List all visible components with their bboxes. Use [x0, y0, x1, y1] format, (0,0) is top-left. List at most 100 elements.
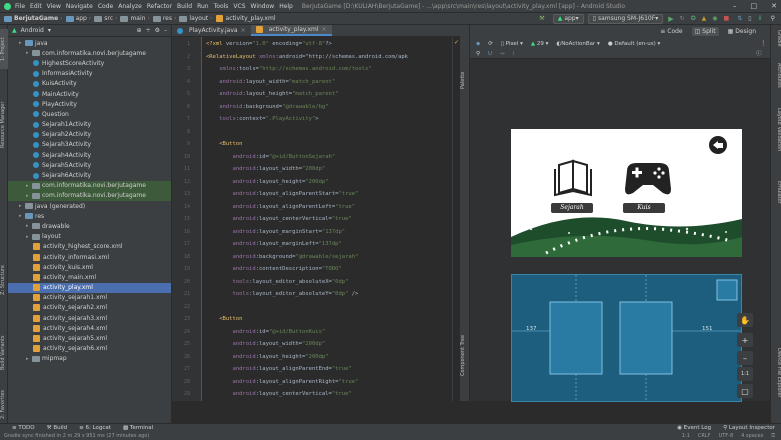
code-line[interactable]: android:layout_alignParentLeft="true" [206, 204, 356, 210]
menu-tools[interactable]: Tools [214, 3, 229, 10]
code-line[interactable]: android:layout_width="match_parent" [206, 79, 335, 85]
menu-navigate[interactable]: Navigate [66, 3, 93, 10]
theme-select[interactable]: ◐NoActionBar ▾ [556, 41, 599, 47]
menu-help[interactable]: Help [279, 3, 293, 10]
tree-item[interactable]: activity_informasi.xml [8, 252, 171, 262]
cursor-position[interactable]: 1:1 [682, 433, 690, 439]
build-tab[interactable]: ⚒ Build [47, 425, 68, 431]
project-tool-tab[interactable]: 1: Project [0, 29, 8, 69]
stop-icon[interactable]: ■ [724, 15, 730, 22]
gear-icon[interactable]: ⚙ [155, 27, 160, 34]
tree-item[interactable]: Question [8, 109, 171, 119]
indent[interactable]: 4 spaces [741, 433, 763, 439]
tree-folder[interactable]: ▸ com.informatika.novi.berjutagame [8, 48, 171, 58]
minimize-icon[interactable]: – [733, 2, 737, 10]
fit-screen-icon[interactable]: ▢ [737, 384, 753, 398]
layout-validation-tool-tab[interactable]: Layout Validation [771, 100, 781, 160]
menu-file[interactable]: File [15, 3, 25, 10]
encoding[interactable]: UTF-8 [719, 433, 734, 439]
sdk-manager-icon[interactable]: ⇩ [758, 15, 763, 22]
device-file-explorer-tool-tab[interactable]: Device File Explorer [771, 335, 781, 410]
tree-item[interactable]: InformasiActivity [8, 69, 171, 79]
code-line[interactable]: android:layout_alignParentRight="true" [206, 379, 359, 385]
tree-item[interactable]: activity_sejarah2.xml [8, 303, 171, 313]
avd-manager-icon[interactable]: ▯ [748, 15, 751, 22]
tree-item[interactable]: Sejarah4Activity [8, 150, 171, 160]
component-tree-tool-tab[interactable]: Component Tree [460, 325, 470, 385]
locate-icon[interactable]: ⊕ [137, 27, 142, 34]
tab-playactivity-java[interactable]: PlayActivity.java × [172, 25, 251, 36]
menu-refactor[interactable]: Refactor [147, 3, 172, 10]
menu-window[interactable]: Window [251, 3, 275, 10]
tree-item[interactable]: MainActivity [8, 89, 171, 99]
tree-folder[interactable]: ▸ layout [8, 232, 171, 242]
guidelines-icon[interactable]: I [513, 51, 515, 57]
tree-folder[interactable]: ▸ com.informatika.novi.berjutagame [8, 190, 171, 201]
code-line[interactable]: tools:layout_editor_absoluteY="0dp" /> [206, 291, 359, 297]
breadcrumb-project[interactable]: BerjutaGame [4, 15, 58, 22]
gradle-tool-tab[interactable]: Gradle [771, 27, 781, 49]
menu-run[interactable]: Run [197, 3, 209, 10]
code-line[interactable]: android:id="@+id/ButtonSejarah" [206, 154, 336, 160]
terminal-tab[interactable]: ▩ Terminal [123, 425, 153, 431]
attach-debugger-icon[interactable]: ◉ [712, 15, 717, 22]
code-line[interactable]: android:layout_height="200dp" [206, 354, 329, 360]
tree-item[interactable]: Sejarah3Activity [8, 140, 171, 150]
search-icon[interactable]: ⚲ [771, 15, 775, 22]
code-line[interactable]: android:background="@drawable/bg" [206, 104, 328, 110]
tree-item[interactable]: activity_highest_score.xml [8, 242, 171, 252]
code-line[interactable]: <Button [206, 316, 242, 322]
tree-folder[interactable]: ▸ mipmap [8, 354, 171, 364]
breadcrumb-res[interactable]: res [152, 15, 172, 22]
code-line[interactable]: android:contentDescription="TODO" [206, 266, 342, 272]
code-line[interactable]: android:layout_height="match_parent" [206, 91, 338, 97]
breadcrumb-app[interactable]: app [65, 15, 87, 22]
logcat-tab[interactable]: ≡ 6: Logcat [79, 425, 111, 431]
zoom-in-icon[interactable]: + [737, 333, 753, 347]
code-line[interactable]: android:layout_marginLeft="137dp" [206, 241, 342, 247]
code-line[interactable]: android:layout_marginStart="137dp" [206, 229, 346, 235]
code-line[interactable]: android:layout_centerVertical="true" [206, 216, 352, 222]
tree-item[interactable]: activity_sejarah4.xml [8, 323, 171, 333]
build-variants-tool-tab[interactable]: Build Variants [0, 325, 8, 380]
layout-blueprint[interactable]: 137 151 [511, 274, 742, 402]
zoom-out-icon[interactable]: – [737, 351, 753, 365]
run-icon[interactable]: ▶ [668, 15, 673, 23]
tree-item[interactable]: PlayActivity [8, 99, 171, 109]
tree-folder[interactable]: ▸ java [8, 38, 171, 48]
layout-inspector-tab[interactable]: ⚲ Layout Inspector [723, 425, 775, 431]
error-icon[interactable]: ❗ [760, 41, 767, 47]
maximize-icon[interactable]: □ [751, 2, 758, 10]
tree-item[interactable]: activity_main.xml [8, 272, 171, 282]
hammer-icon[interactable]: ⚒ [539, 15, 544, 22]
tree-item[interactable]: Sejarah5Activity [8, 160, 171, 170]
project-view-select[interactable]: Android [21, 27, 44, 34]
tree-folder[interactable]: ▸ com.informatika.novi.berjutagame [8, 180, 171, 191]
code-line[interactable]: android:layout_width="200dp" [206, 341, 326, 347]
magnet-icon[interactable]: U [488, 51, 492, 57]
menu-vcs[interactable]: VCS [233, 3, 245, 10]
sync-gradle-icon[interactable]: ⇅ [737, 15, 742, 22]
code-line[interactable]: <?xml version="1.0" encoding="utf-8"?> [206, 41, 332, 47]
zoom-ratio-button[interactable]: 1:1 [737, 367, 753, 381]
api-select[interactable]: ▲ 29 ▾ [531, 41, 549, 47]
apply-changes-icon[interactable]: ↻ [680, 15, 685, 22]
tree-folder[interactable]: ▸ java (generated) [8, 201, 171, 211]
tree-item[interactable]: Sejarah2Activity [8, 130, 171, 140]
todo-tab[interactable]: ≡ TODO [12, 425, 35, 431]
sejarah-button-label[interactable]: Sejarah [551, 203, 593, 213]
structure-tool-tab[interactable]: Z: Structure [0, 255, 8, 305]
favorites-tool-tab[interactable]: 2: Favorites [0, 387, 8, 422]
device-select[interactable]: ▯ Pixel ▾ [501, 41, 523, 47]
tree-item[interactable]: activity_sejarah5.xml [8, 333, 171, 343]
emulator-tool-tab[interactable]: Emulator [771, 175, 781, 210]
split-mode-button[interactable]: ◫ Split [691, 26, 719, 36]
menu-edit[interactable]: Edit [30, 3, 42, 10]
code-line[interactable]: android:layout_centerVertical="true" [206, 391, 352, 397]
code-line[interactable]: android:layout_alignParentStart="true" [206, 191, 359, 197]
debug-icon[interactable]: ✪ [691, 15, 696, 22]
menu-view[interactable]: View [47, 3, 61, 10]
editor-scrollbar[interactable]: ✓ [452, 37, 460, 401]
code-line[interactable]: android:layout_height="200dp" [206, 179, 329, 185]
profile-icon[interactable]: ▲ [702, 15, 707, 22]
